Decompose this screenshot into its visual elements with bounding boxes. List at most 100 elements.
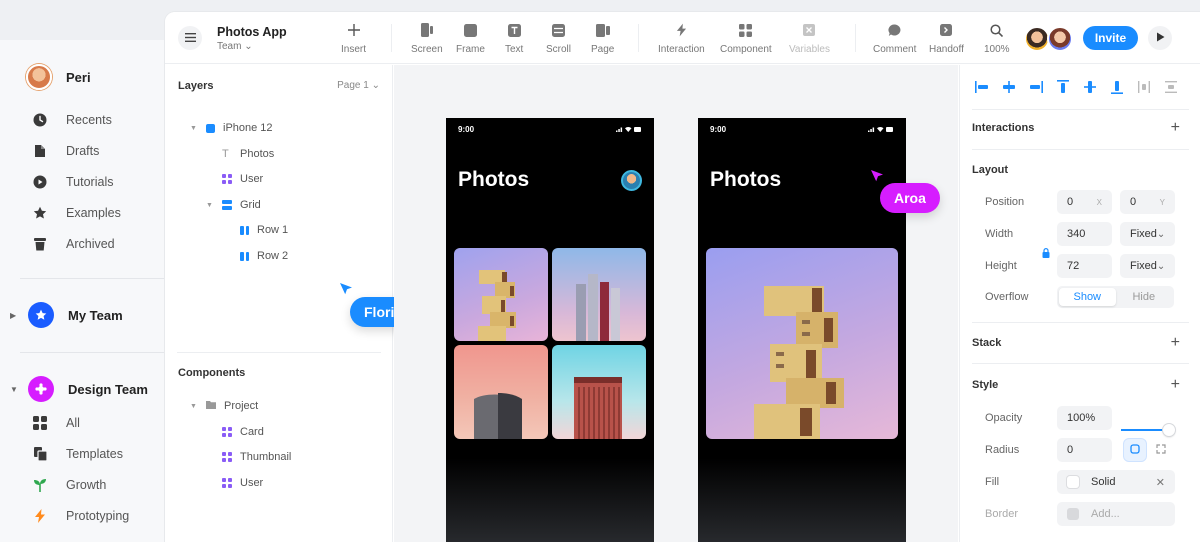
overflow-label: Overflow <box>985 291 1029 303</box>
interaction-tool[interactable]: Interaction <box>658 21 705 55</box>
nav-tutorials[interactable]: Tutorials <box>32 174 113 190</box>
collaborator-avatar[interactable] <box>1047 26 1073 52</box>
team-selector[interactable]: Team ⌄ <box>217 41 253 52</box>
overflow-hide-option[interactable]: Hide <box>1116 288 1173 306</box>
team-design-team[interactable]: ▼ Design Team <box>10 376 148 402</box>
comment-icon <box>888 21 901 39</box>
page-tool[interactable]: Page <box>591 21 614 55</box>
layer-row-1[interactable]: Row 1 <box>240 224 288 236</box>
radius-individual-button[interactable] <box>1150 439 1172 461</box>
nav-recents[interactable]: Recents <box>32 112 112 128</box>
border-field[interactable]: Add... <box>1057 502 1175 526</box>
handoff-tool[interactable]: Handoff <box>929 21 964 55</box>
position-y-field[interactable]: 0Y <box>1120 190 1175 214</box>
height-field[interactable]: 72 <box>1057 254 1112 278</box>
fill-swatch[interactable] <box>1067 476 1079 488</box>
height-mode-select[interactable]: Fixed ⌄ <box>1120 254 1175 278</box>
clock-icon <box>32 112 48 128</box>
invite-button[interactable]: Invite <box>1083 26 1138 50</box>
component-tool[interactable]: Component <box>720 21 772 55</box>
overflow-show-option[interactable]: Show <box>1059 288 1116 306</box>
component-project[interactable]: ▼ Project <box>190 400 258 412</box>
component-user[interactable]: User <box>222 477 263 489</box>
zoom-control[interactable]: 100% <box>984 21 1010 55</box>
screen-title: Photos <box>710 168 782 191</box>
width-mode-select[interactable]: Fixed ⌄ <box>1120 222 1175 246</box>
width-field[interactable]: 340 <box>1057 222 1112 246</box>
caret-down-icon[interactable]: ▼ <box>190 125 198 132</box>
layer-photos[interactable]: T Photos <box>222 148 274 160</box>
screen-tool[interactable]: Screen <box>411 21 443 55</box>
menu-button[interactable] <box>178 26 202 50</box>
component-layer-icon <box>222 427 232 437</box>
component-thumbnail[interactable]: Thumbnail <box>222 451 291 463</box>
photo-tile[interactable] <box>552 345 646 439</box>
caret-down-icon[interactable]: ▼ <box>206 202 214 209</box>
lock-icon[interactable] <box>1042 247 1050 261</box>
radius-uniform-button[interactable] <box>1124 439 1146 461</box>
variables-tool[interactable]: Variables <box>789 21 830 55</box>
project-title[interactable]: Photos App <box>217 25 287 39</box>
position-x-field[interactable]: 0X <box>1057 190 1112 214</box>
photo-tile[interactable] <box>552 248 646 341</box>
align-center-horizontal-icon[interactable] <box>1001 79 1017 95</box>
chevron-down-icon: ⌄ <box>371 80 380 91</box>
variables-icon <box>803 21 816 39</box>
scroll-tool[interactable]: Scroll <box>546 21 571 55</box>
photo-tile[interactable] <box>454 248 548 341</box>
fill-field[interactable]: Solid ✕ <box>1057 470 1175 494</box>
caret-right-icon[interactable]: ▶ <box>10 311 18 320</box>
layer-grid[interactable]: ▼ Grid <box>206 199 261 211</box>
photo-large[interactable] <box>706 248 898 439</box>
text-tool[interactable]: Text <box>505 21 523 55</box>
border-swatch[interactable] <box>1067 508 1079 520</box>
distribute-horizontal-icon[interactable] <box>1136 79 1152 95</box>
comment-tool[interactable]: Comment <box>873 21 916 55</box>
align-bottom-icon[interactable] <box>1109 79 1125 95</box>
nav-growth[interactable]: Growth <box>32 477 106 493</box>
nav-examples[interactable]: Examples <box>32 205 121 221</box>
radius-label: Radius <box>985 444 1020 456</box>
nav-templates[interactable]: Templates <box>32 446 123 462</box>
layer-row-2[interactable]: Row 2 <box>240 250 288 262</box>
add-interaction-plus-icon[interactable]: + <box>1171 120 1180 136</box>
field-placeholder: Add... <box>1091 508 1120 520</box>
phone-frame-grid[interactable]: 9:00 Photos <box>446 118 654 542</box>
position-label: Position <box>985 196 1025 208</box>
align-left-icon[interactable] <box>974 79 990 95</box>
component-card[interactable]: Card <box>222 426 264 438</box>
nav-label: All <box>66 416 80 430</box>
layer-iphone-12[interactable]: ▼ iPhone 12 <box>190 122 273 134</box>
caret-down-icon[interactable]: ▼ <box>10 385 18 394</box>
photo-tile[interactable] <box>454 345 548 439</box>
layer-label: Card <box>240 426 264 438</box>
align-right-icon[interactable] <box>1028 79 1044 95</box>
caret-down-icon[interactable]: ▼ <box>190 403 198 410</box>
opacity-field[interactable]: 100% <box>1057 406 1112 430</box>
insert-tool[interactable]: Insert <box>341 21 366 55</box>
page-selector[interactable]: Page 1 ⌄ <box>337 80 380 91</box>
nav-archived[interactable]: Archived <box>32 236 115 252</box>
zoom-level: 100% <box>984 44 1010 55</box>
radius-field[interactable]: 0 <box>1057 438 1112 462</box>
align-top-icon[interactable] <box>1055 79 1071 95</box>
frame-tool[interactable]: Frame <box>456 21 485 55</box>
add-stack-plus-icon[interactable]: + <box>1171 335 1180 351</box>
add-style-plus-icon[interactable]: + <box>1171 377 1180 393</box>
user-profile[interactable]: Peri <box>26 64 91 90</box>
close-icon[interactable]: ✕ <box>1156 476 1165 489</box>
nav-all[interactable]: All <box>32 415 80 431</box>
layer-user[interactable]: User <box>222 173 263 185</box>
team-my-team[interactable]: ▶ My Team <box>10 302 123 328</box>
overflow-toggle: Show Hide <box>1057 286 1174 308</box>
nav-drafts[interactable]: Drafts <box>32 143 99 159</box>
preview-button[interactable] <box>1148 26 1172 50</box>
design-canvas[interactable]: 9:00 Photos 9:00 Photos Aroa <box>394 65 958 542</box>
status-icons <box>616 126 642 133</box>
handoff-icon <box>940 21 953 39</box>
nav-prototyping[interactable]: Prototyping <box>32 508 129 524</box>
opacity-slider-thumb[interactable] <box>1163 424 1175 436</box>
align-center-vertical-icon[interactable] <box>1082 79 1098 95</box>
chevron-down-icon: ⌄ <box>1156 228 1166 240</box>
distribute-vertical-icon[interactable] <box>1163 79 1179 95</box>
